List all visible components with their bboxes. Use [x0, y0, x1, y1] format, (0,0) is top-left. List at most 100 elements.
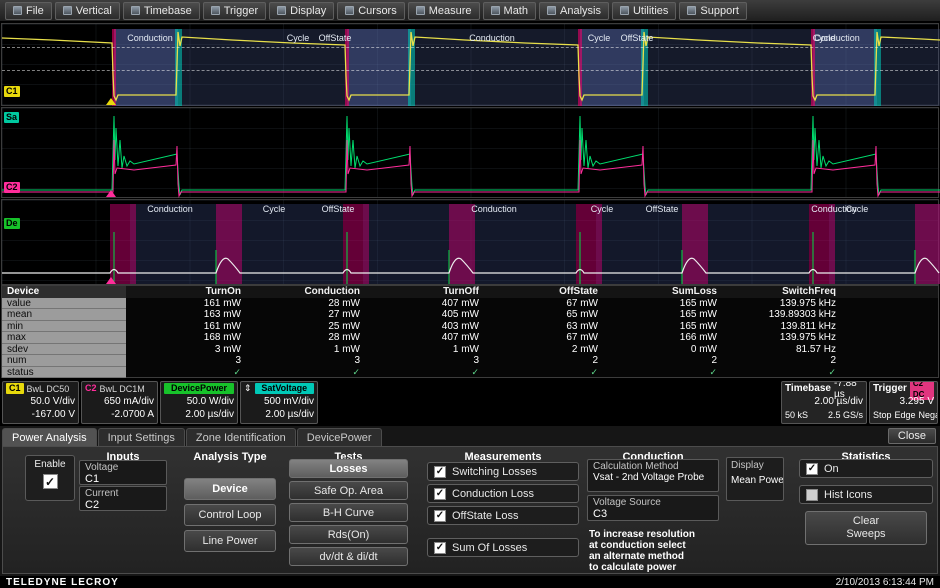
statistic-hist-icons[interactable]: Hist Icons [799, 485, 933, 504]
voltage-input-field[interactable]: Voltage C1 [79, 460, 167, 485]
cell-sdev-switchfreq: 81.57 Hz [721, 344, 840, 356]
datetime-display: 2/10/2013 6:13:44 PM [836, 577, 934, 588]
satvoltage-descriptor[interactable]: ⇕ SatVoltage 500 mV/div 2.00 µs/div [240, 381, 318, 424]
tab-power-analysis[interactable]: Power Analysis [2, 428, 97, 446]
row-spacer [840, 309, 938, 321]
column-header-spacer [840, 286, 938, 298]
menu-item-vertical[interactable]: Vertical [55, 2, 120, 20]
hist-icons-checkbox[interactable] [806, 489, 818, 501]
devicepower-descriptor[interactable]: DevicePower 50.0 W/div 2.00 µs/div [160, 381, 238, 424]
c2-trace-tag[interactable]: C2 [4, 182, 20, 193]
satvoltage-timebase: 2.00 µs/div [241, 408, 317, 421]
switching-losses-checkbox[interactable] [434, 466, 446, 478]
dialog-body: Enable Inputs Voltage C1 Current C2 Anal… [2, 446, 938, 574]
cell-num-turnoff: 3 [364, 355, 483, 367]
cell-mean-switchfreq: 139.89303 kHz [721, 309, 840, 321]
sum-of-losses-checkbox[interactable] [434, 542, 446, 554]
current-value: C2 [85, 499, 161, 511]
menu-item-utilities[interactable]: Utilities [612, 2, 676, 20]
trigger-slope: Negative [919, 410, 938, 420]
dv-dt-di-dt-button[interactable]: dv/dt & di/dt [289, 547, 408, 566]
current-input-field[interactable]: Current C2 [79, 486, 167, 511]
cell-max-offstate: 67 mW [483, 332, 602, 344]
cell-sdev-conduction: 1 mW [245, 344, 364, 356]
trigger-descriptor[interactable]: Trigger C2 DC 3.295 V Stop Edge Negative [869, 381, 938, 424]
safe-op-area-button[interactable]: Safe Op. Area [289, 481, 408, 500]
menu-item-cursors[interactable]: Cursors [337, 2, 405, 20]
c2-badge: C2 [85, 383, 97, 394]
cell-max-switchfreq: 139.975 kHz [721, 332, 840, 344]
voltage-value: C1 [85, 473, 161, 485]
conduction-loss-checkbox[interactable] [434, 488, 446, 500]
checkbox-label: Conduction Loss [452, 488, 534, 500]
satvoltage-trace-tag[interactable]: Sa [4, 112, 19, 123]
menu-item-display[interactable]: Display [269, 2, 334, 20]
menu-item-label: File [26, 5, 44, 17]
cell-min-turnoff: 403 mW [364, 321, 483, 333]
cell-num-switchfreq: 2 [721, 355, 840, 367]
row-spacer [840, 298, 938, 310]
cell-sdev-turnon: 3 mW [126, 344, 245, 356]
device-button[interactable]: Device [184, 478, 276, 500]
line-power-button[interactable]: Line Power [184, 530, 276, 552]
tab-input-settings[interactable]: Input Settings [98, 428, 185, 446]
tab-devicepower[interactable]: DevicePower [297, 428, 382, 446]
rds-on-button[interactable]: Rds(On) [289, 525, 408, 544]
menu-item-math[interactable]: Math [483, 2, 536, 20]
statistic-on[interactable]: On [799, 459, 933, 478]
c2-coupling-label: BwL DC1M [100, 384, 145, 394]
voltage-source-field[interactable]: Voltage Source C3 [587, 495, 719, 521]
checkbox-label: OffState Loss [452, 510, 518, 522]
cell-min-switchfreq: 139.811 kHz [721, 321, 840, 333]
zone-overlays [110, 204, 940, 284]
measurement-conduction-loss[interactable]: Conduction Loss [427, 484, 579, 503]
menu-item-label: Cursors [358, 5, 397, 17]
row-label-max: max [2, 332, 126, 344]
menu-item-label: Trigger [224, 5, 258, 17]
on-checkbox[interactable] [806, 463, 818, 475]
menu-item-support[interactable]: Support [679, 2, 747, 20]
checkbox-label: Hist Icons [824, 489, 872, 501]
offstate-loss-checkbox[interactable] [434, 510, 446, 522]
c1-trace-tag[interactable]: C1 [4, 86, 20, 97]
waveform-pane-current[interactable]: Sa C2 [1, 107, 939, 198]
row-label-value: value [2, 298, 126, 310]
devicepower-title: DevicePower [164, 383, 234, 394]
menu-item-label: Vertical [76, 5, 112, 17]
c1-descriptor[interactable]: C1 BwL DC50 50.0 V/div -167.00 V [2, 381, 79, 424]
row-label-num: num [2, 355, 126, 367]
calculation-method-field[interactable]: Calculation Method Vsat - 2nd Voltage Pr… [587, 459, 719, 492]
c2-descriptor[interactable]: C2 BwL DC1M 650 mA/div -2.0700 A [81, 381, 158, 424]
losses-button[interactable]: Losses [289, 459, 408, 478]
waveform-pane-power[interactable]: ConductionCycleOffStateConductionCycleOf… [1, 199, 939, 285]
cursor-line-upper[interactable] [2, 47, 938, 48]
checkbox-label: On [824, 463, 839, 475]
cursor-line-lower[interactable] [2, 70, 938, 71]
analysis-menu-icon [547, 6, 556, 15]
display-group[interactable]: Display Mean Powe [726, 457, 784, 501]
menu-item-timebase[interactable]: Timebase [123, 2, 200, 20]
control-loop-button[interactable]: Control Loop [184, 504, 276, 526]
menu-item-measure[interactable]: Measure [408, 2, 480, 20]
devicepower-scale: 50.0 W/div [161, 395, 237, 408]
close-button[interactable]: Close [888, 428, 936, 444]
cell-min-offstate: 63 mW [483, 321, 602, 333]
enable-checkbox[interactable] [43, 474, 58, 489]
measurement-sum-of-losses[interactable]: Sum Of Losses [427, 538, 579, 557]
tab-zone-identification[interactable]: Zone Identification [186, 428, 296, 446]
b-h-curve-button[interactable]: B-H Curve [289, 503, 408, 522]
cell-min-sumloss: 165 mW [602, 321, 721, 333]
menu-bar: File Vertical Timebase Trigger Display Cursor… [0, 0, 940, 22]
timebase-descriptor[interactable]: Timebase -7.88 µs 2.00 µs/div 50 kS 2.5 … [781, 381, 867, 424]
menu-item-trigger[interactable]: Trigger [203, 2, 266, 20]
menu-item-analysis[interactable]: Analysis [539, 2, 609, 20]
clear-sweeps-button[interactable]: Clear Sweeps [805, 511, 927, 545]
waveform-pane-c1[interactable]: ConductionCycleOffStateConductionCycleOf… [1, 23, 939, 106]
devicepower-timebase: 2.00 µs/div [161, 408, 237, 421]
cell-value-conduction: 28 mW [245, 298, 364, 310]
measurement-switching-losses[interactable]: Switching Losses [427, 462, 579, 481]
measurement-offstate-loss[interactable]: OffState Loss [427, 506, 579, 525]
devicepower-trace-tag[interactable]: De [4, 218, 20, 229]
menu-item-file[interactable]: File [5, 2, 52, 20]
trigger-menu-icon [211, 6, 220, 15]
